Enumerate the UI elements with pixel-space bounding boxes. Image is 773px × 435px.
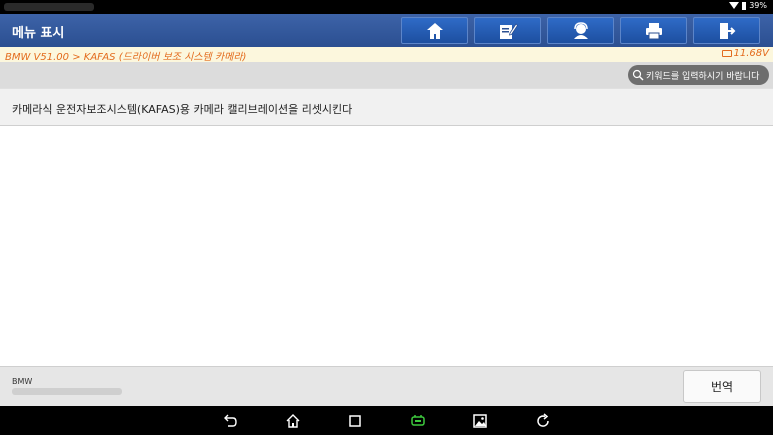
list-item[interactable]: 카메라식 운전자보조시스템(KAFAS)용 카메라 캘리브레이션을 리셋시킨다 <box>0 88 773 126</box>
search-icon <box>632 69 644 81</box>
battery-voltage: 11.68V <box>721 48 769 59</box>
recents-icon <box>349 415 361 427</box>
print-button[interactable] <box>620 17 687 44</box>
status-notifications <box>4 3 94 11</box>
home-button[interactable] <box>401 17 468 44</box>
home-icon <box>426 22 443 39</box>
vci-button[interactable] <box>409 412 427 430</box>
voltage-value: 11.68V <box>733 48 769 59</box>
recents-button[interactable] <box>346 412 364 430</box>
wifi-icon <box>729 2 740 9</box>
page-title: 메뉴 표시 <box>12 26 65 41</box>
breadcrumb-path: BMW V51.00 > KAFAS (드라이버 보조 시스템 카메라) <box>5 52 247 63</box>
gallery-button[interactable] <box>471 412 489 430</box>
search-input[interactable]: 키워드를 입력하시기 바랍니다 <box>628 65 769 85</box>
browser-button[interactable] <box>534 412 552 430</box>
search-bar: 키워드를 입력하시기 바랍니다 <box>0 62 773 88</box>
exit-button[interactable] <box>693 17 760 44</box>
footer-info <box>12 388 122 395</box>
edit-button[interactable] <box>474 17 541 44</box>
home-nav-button[interactable] <box>284 412 302 430</box>
image-icon <box>473 414 487 428</box>
system-nav-bar <box>0 406 773 435</box>
footer-brand: BMW <box>12 377 33 386</box>
battery-level: 39% <box>749 1 767 10</box>
car-battery-icon <box>721 50 732 57</box>
search-placeholder: 키워드를 입력하시기 바랍니다 <box>646 71 760 82</box>
printer-icon <box>645 22 662 39</box>
translate-button[interactable]: 번역 <box>683 370 761 403</box>
vci-connector-icon <box>411 415 425 426</box>
breadcrumb: BMW V51.00 > KAFAS (드라이버 보조 시스템 카메라) 11.… <box>0 47 773 63</box>
status-indicators: 39% <box>729 1 767 10</box>
app-header: 메뉴 표시 <box>0 14 773 47</box>
exit-icon <box>719 22 735 39</box>
edit-icon <box>499 22 518 39</box>
refresh-icon <box>537 413 549 427</box>
back-icon <box>224 414 237 427</box>
list-item-label: 카메라식 운전자보조시스템(KAFAS)용 카메라 캘리브레이션을 리셋시킨다 <box>12 103 353 116</box>
footer: BMW 번역 <box>0 366 773 406</box>
system-status-bar: 39% <box>0 0 773 14</box>
battery-icon <box>742 1 747 10</box>
support-icon <box>573 21 588 39</box>
back-button[interactable] <box>221 412 239 430</box>
support-button[interactable] <box>547 17 614 44</box>
home-outline-icon <box>286 414 300 428</box>
